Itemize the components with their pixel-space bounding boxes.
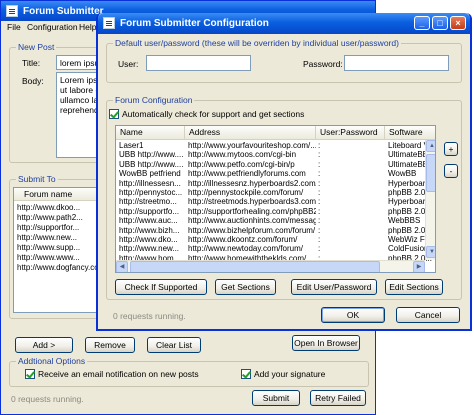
config-dialog: Forum Submitter Configuration _ □ × Defa…: [96, 13, 472, 331]
config-titlebar[interactable]: Forum Submitter Configuration _ □ ×: [98, 13, 470, 34]
list-item-label: http://supportfor...: [17, 223, 80, 232]
list-item-label: http://www.new...: [17, 233, 78, 242]
body-line: ullamco labo: [60, 95, 99, 105]
remove-forum-button[interactable]: -: [444, 164, 458, 178]
forum-table-vscrollbar[interactable]: ▲ ▼: [425, 140, 435, 260]
config-status-text: 0 requests running.: [113, 311, 186, 321]
get-sections-button[interactable]: Get Sections: [215, 279, 276, 295]
ok-button[interactable]: OK: [321, 307, 385, 323]
main-window-title: Forum Submitter: [23, 6, 104, 17]
hscroll-thumb[interactable]: [130, 261, 380, 272]
config-app-icon: [103, 17, 115, 29]
main-status-text: 0 requests running.: [11, 394, 84, 404]
body-line: ut labore et: [60, 85, 100, 95]
email-notification-label: Receive an email notification on new pos…: [38, 369, 199, 379]
list-item-label: http://www.path2...: [17, 213, 83, 222]
arrow-up-icon[interactable]: ▲: [426, 140, 435, 152]
submit-to-group-title: Submit To: [16, 174, 58, 184]
list-item-label: http://www.supp...: [17, 243, 81, 252]
user-input[interactable]: [146, 55, 251, 71]
menu-help[interactable]: Help: [79, 22, 96, 32]
check-supported-button[interactable]: Check If Supported: [115, 279, 207, 295]
add-button[interactable]: Add >: [15, 337, 73, 353]
forum-name-column-header[interactable]: Forum name: [14, 188, 98, 200]
title-input-value: lorem ipsum: [60, 58, 99, 68]
list-item[interactable]: http://www.www...: [14, 253, 98, 263]
software-column-header[interactable]: Software: [385, 126, 435, 139]
submit-to-header: Forum name: [14, 188, 98, 201]
forum-config-group-title: Forum Configuration: [113, 95, 195, 105]
email-notification-checkbox[interactable]: [25, 369, 35, 379]
list-item[interactable]: http://www.dkoo...: [14, 203, 98, 213]
password-input[interactable]: [344, 55, 449, 71]
cancel-button[interactable]: Cancel: [396, 307, 460, 323]
additional-options-group-title: Addtional Options: [16, 356, 88, 366]
list-item[interactable]: http://supportfor...: [14, 223, 98, 233]
menu-file[interactable]: File: [7, 22, 21, 32]
edit-user-password-button[interactable]: Edit User/Password: [291, 279, 377, 295]
title-label: Title:: [22, 58, 41, 68]
list-item-label: http://www.www...: [17, 253, 80, 262]
title-input[interactable]: lorem ipsum: [56, 55, 100, 70]
add-signature-checkbox[interactable]: [241, 369, 251, 379]
body-line: Lorem ipsum: [60, 75, 99, 85]
remove-button[interactable]: Remove: [85, 337, 135, 353]
list-item[interactable]: http://www.dogfancy.co...: [14, 263, 98, 273]
password-label: Password:: [303, 59, 343, 69]
auto-check-checkbox[interactable]: [109, 109, 119, 119]
list-item-label: http://www.dkoo...: [17, 203, 81, 212]
auto-check-label: Automatically check for support and get …: [122, 109, 305, 119]
retry-failed-button[interactable]: Retry Failed: [310, 390, 366, 406]
list-item[interactable]: http://www.new...: [14, 233, 98, 243]
user-password-column-header[interactable]: User:Password: [316, 126, 385, 139]
arrow-left-icon[interactable]: ◀: [116, 261, 128, 272]
list-item-label: http://www.dogfancy.co...: [17, 263, 99, 272]
minimize-icon[interactable]: _: [414, 16, 430, 30]
body-label: Body:: [22, 76, 44, 86]
new-post-group-title: New Post: [16, 42, 57, 52]
submit-button[interactable]: Submit: [252, 390, 300, 406]
close-icon[interactable]: ×: [450, 16, 466, 30]
submit-to-list[interactable]: Forum name http://www.dkoo... http://www…: [13, 187, 99, 313]
body-line: reprehende: [60, 105, 100, 115]
list-item[interactable]: http://www.supp...: [14, 243, 98, 253]
open-in-browser-button[interactable]: Open In Browser: [292, 335, 360, 351]
forum-config-table[interactable]: Name Address User:Password Software Lase…: [115, 125, 436, 273]
user-label: User:: [118, 59, 139, 69]
list-item[interactable]: http://www.path2...: [14, 213, 98, 223]
edit-sections-button[interactable]: Edit Sections: [385, 279, 443, 295]
arrow-down-icon[interactable]: ▼: [426, 246, 435, 258]
add-signature-label: Add your signature: [254, 369, 326, 379]
credentials-group-title: Default user/password (these will be ove…: [113, 38, 401, 48]
config-dialog-title: Forum Submitter Configuration: [120, 18, 269, 29]
forum-table-hscrollbar[interactable]: ◀ ▶: [116, 260, 425, 272]
menu-configuration[interactable]: Configuration: [27, 22, 78, 32]
name-column-header[interactable]: Name: [116, 126, 185, 139]
add-forum-button[interactable]: +: [444, 142, 458, 156]
arrow-right-icon[interactable]: ▶: [413, 261, 425, 272]
address-column-header[interactable]: Address: [185, 126, 316, 139]
app-icon: [6, 5, 18, 17]
vscroll-thumb[interactable]: [426, 154, 435, 192]
forum-table-header: Name Address User:Password Software: [116, 126, 435, 140]
maximize-icon[interactable]: □: [432, 16, 448, 30]
body-textarea[interactable]: Lorem ipsum ut labore et ullamco labo re…: [56, 72, 100, 158]
clear-list-button[interactable]: Clear List: [147, 337, 201, 353]
